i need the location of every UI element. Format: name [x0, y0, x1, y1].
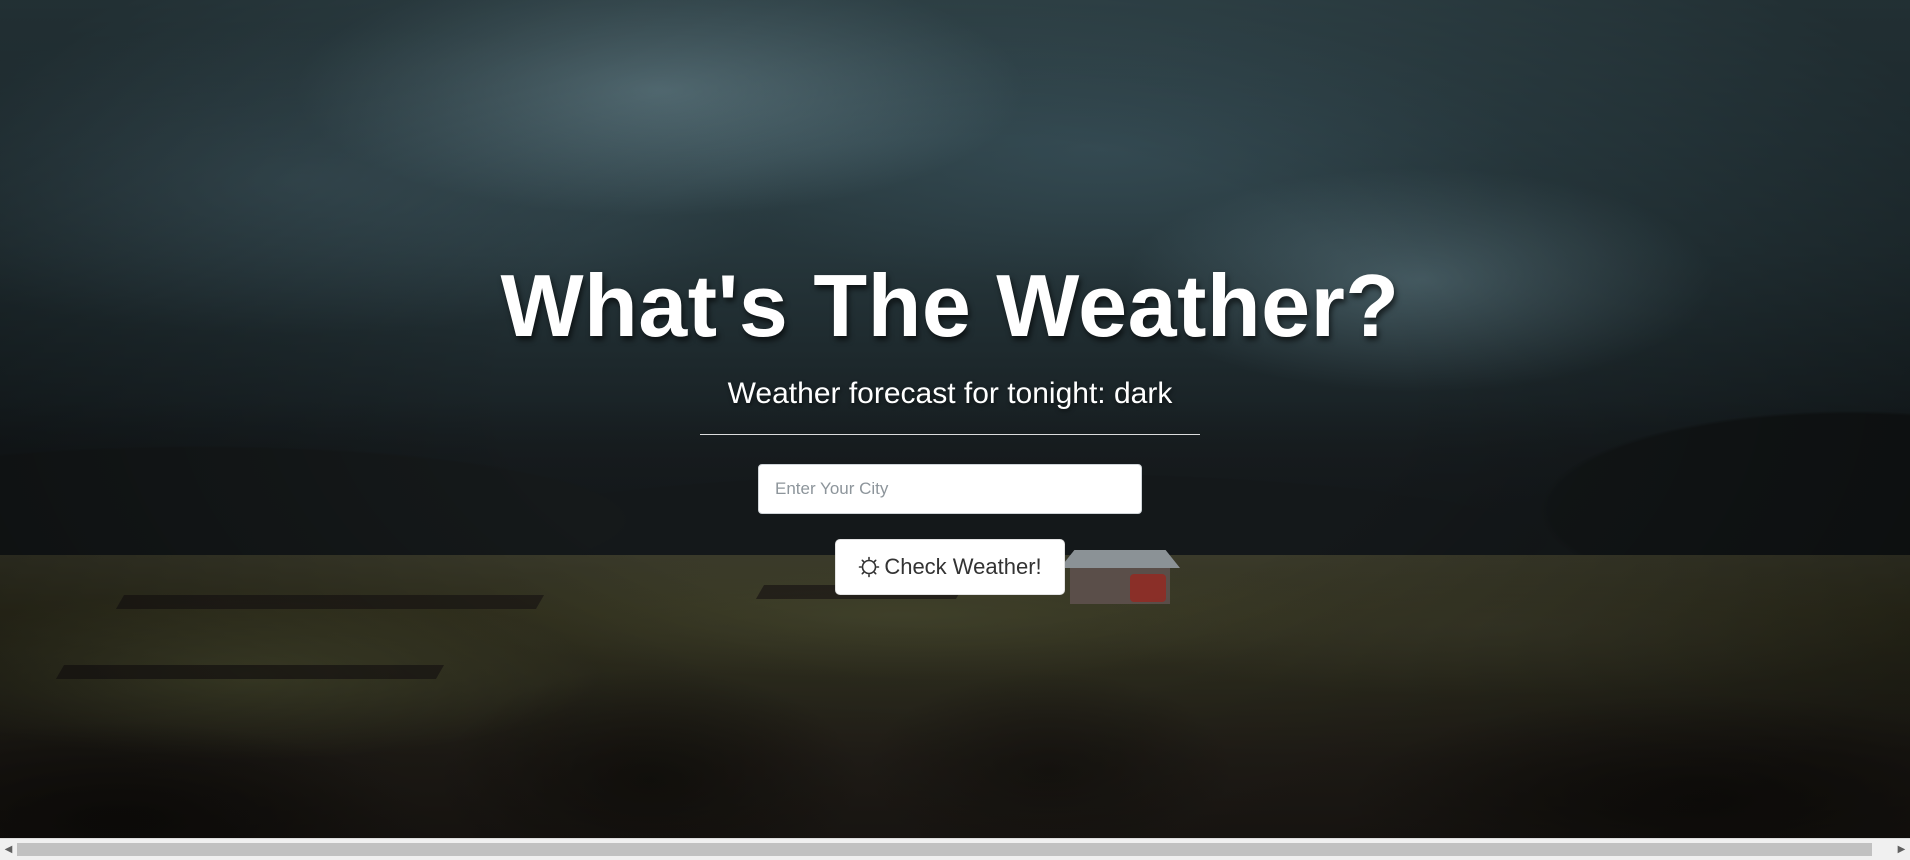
- page-title: What's The Weather?: [500, 256, 1400, 355]
- page: What's The Weather? Weather forecast for…: [0, 0, 1910, 860]
- hero-container: What's The Weather? Weather forecast for…: [0, 0, 1910, 838]
- horizontal-scrollbar[interactable]: ◀ ▶: [0, 838, 1910, 860]
- scroll-right-arrow-icon[interactable]: ▶: [1893, 839, 1910, 860]
- scroll-left-arrow-icon[interactable]: ◀: [0, 839, 17, 860]
- sun-icon: [858, 556, 880, 578]
- city-input[interactable]: [758, 464, 1142, 514]
- check-weather-label: Check Weather!: [884, 554, 1042, 579]
- check-weather-button[interactable]: Check Weather!: [835, 539, 1065, 595]
- page-subtitle: Weather forecast for tonight: dark: [727, 377, 1173, 410]
- scrollbar-thumb[interactable]: [17, 843, 1872, 856]
- divider: [700, 434, 1200, 435]
